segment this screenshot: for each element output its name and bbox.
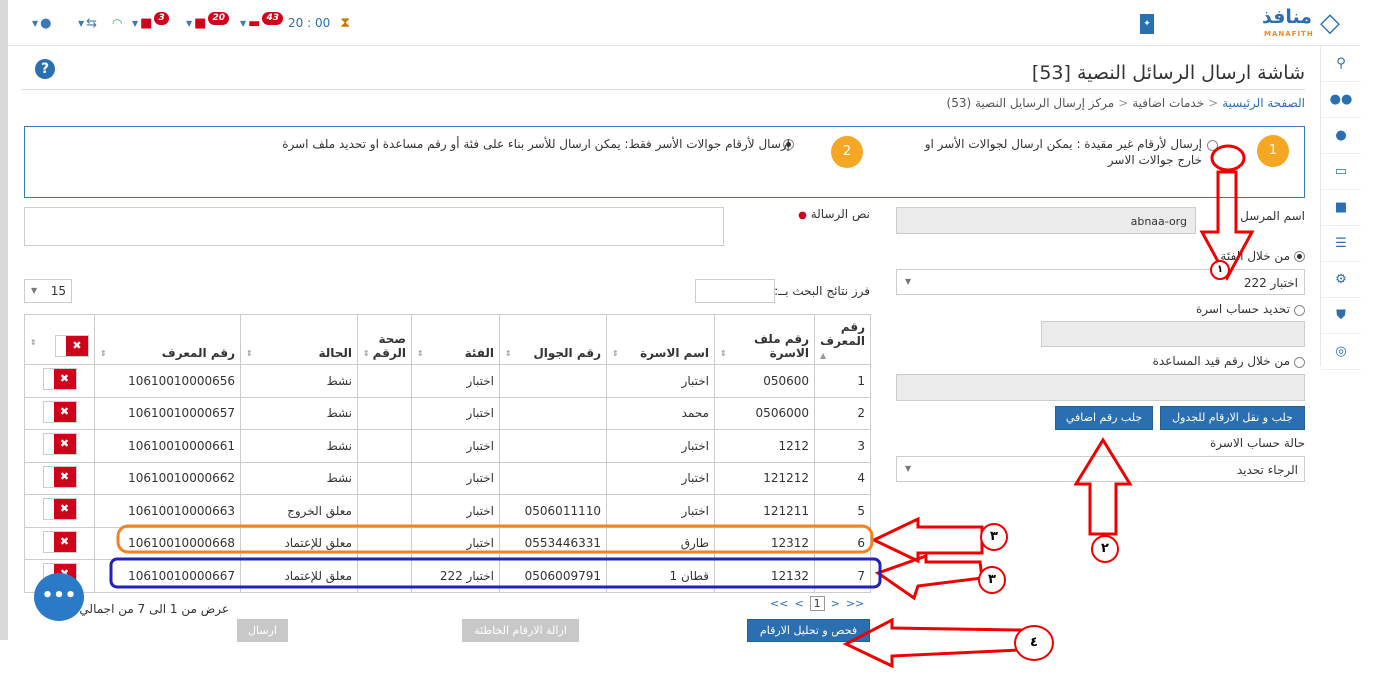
annotation-arrow-analyze [842, 617, 1022, 669]
annotation-arrow-row6 [870, 516, 984, 564]
annotation-overlay [109, 144, 1255, 669]
annotation-number-3a: ٣ [980, 523, 1008, 551]
highlight-row-6 [116, 524, 874, 554]
highlight-row-7 [109, 557, 882, 589]
annotation-number-4: ٤ [1014, 625, 1054, 661]
annotation-number-1: ١ [1210, 260, 1230, 280]
annotation-arrow-row7 [874, 553, 984, 601]
annotation-number-2: ٢ [1091, 535, 1119, 563]
annotation-arrow-up [1073, 437, 1133, 536]
annotation-ellipse-radio [1210, 144, 1246, 172]
annotation-number-3b: ٣ [978, 566, 1006, 594]
